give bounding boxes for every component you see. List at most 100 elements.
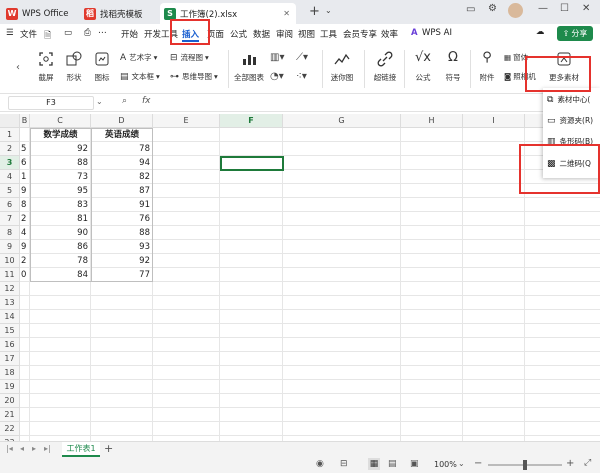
mindmap-button[interactable]: ⊶ 思维导图 ▾ xyxy=(170,71,218,82)
menu-view[interactable]: 视图 xyxy=(298,28,315,40)
cell-english[interactable]: 93 xyxy=(91,241,153,254)
cell-english[interactable]: 94 xyxy=(91,157,153,170)
row-header[interactable]: 9 xyxy=(0,240,20,254)
row-header[interactable]: 12 xyxy=(0,282,20,296)
zoom-out-icon[interactable]: − xyxy=(474,458,482,469)
row-header[interactable]: 13 xyxy=(0,296,20,310)
cell-b[interactable]: 2 xyxy=(20,213,30,226)
scatter-chart-icon[interactable]: ⁖▾ xyxy=(296,71,307,82)
hyperlink-button[interactable]: 超链接 xyxy=(372,50,398,83)
row-header[interactable]: 6 xyxy=(0,198,20,212)
cell-english[interactable]: 76 xyxy=(91,213,153,226)
cell-english[interactable]: 91 xyxy=(91,199,153,212)
minimize-icon[interactable]: — xyxy=(538,3,548,14)
row-header[interactable]: 17 xyxy=(0,352,20,366)
open-folder-icon[interactable]: ▭ xyxy=(64,28,72,38)
row-header[interactable]: 22 xyxy=(0,422,20,436)
function-icon[interactable]: fx xyxy=(142,96,151,106)
cell-b[interactable]: 8 xyxy=(20,199,30,212)
cell-b[interactable]: 1 xyxy=(20,171,30,184)
chevron-down-icon[interactable]: ⌄ xyxy=(96,97,103,106)
page-layout-icon[interactable]: ▤ xyxy=(388,459,397,469)
avatar[interactable] xyxy=(508,3,523,18)
cell-b[interactable]: 2 xyxy=(20,255,30,268)
focus-mode-icon[interactable]: ⊟ xyxy=(340,459,348,469)
hamburger-icon[interactable]: ☰ xyxy=(6,28,14,38)
wordart-button[interactable]: A 艺术字 ▾ xyxy=(120,52,157,63)
column-header-f[interactable]: F xyxy=(220,114,283,128)
column-header-e[interactable]: E xyxy=(153,114,220,128)
row-header[interactable]: 14 xyxy=(0,310,20,324)
zoom-search-icon[interactable]: ⌕ xyxy=(122,96,127,106)
spreadsheet-grid[interactable]: B C D E F G H I J 1234567891011121314151… xyxy=(0,114,600,450)
cell-english[interactable]: 82 xyxy=(91,171,153,184)
row-header[interactable]: 16 xyxy=(0,338,20,352)
cell-math[interactable]: 90 xyxy=(30,227,91,240)
cell-math[interactable]: 84 xyxy=(30,269,91,282)
cell-math[interactable]: 95 xyxy=(30,185,91,198)
window-layout-icon[interactable]: ▭ xyxy=(466,4,475,15)
new-tab-icon[interactable]: + xyxy=(309,4,320,19)
cell-b[interactable]: 6 xyxy=(20,157,30,170)
flowchart-button[interactable]: ⊟ 流程图 ▾ xyxy=(170,52,209,63)
add-sheet-icon[interactable]: + xyxy=(104,442,113,455)
column-header-i[interactable]: I xyxy=(463,114,525,128)
column-header-b[interactable]: B xyxy=(20,114,30,128)
row-header[interactable]: 21 xyxy=(0,408,20,422)
line-chart-icon[interactable]: ⟋▾ xyxy=(296,52,308,63)
formula-button[interactable]: √x 公式 xyxy=(410,50,436,83)
zoom-slider[interactable] xyxy=(488,460,562,470)
eye-protection-icon[interactable]: ◉ xyxy=(316,459,324,469)
symbol-button[interactable]: Ω 符号 xyxy=(440,50,466,83)
screenshot-button[interactable]: 截屏 xyxy=(34,50,58,83)
normal-view-icon[interactable]: ▦ xyxy=(368,458,380,470)
page-break-icon[interactable]: ▣ xyxy=(410,459,419,469)
select-all-corner[interactable] xyxy=(0,114,20,128)
zoom-dropdown-icon[interactable]: ⌄ xyxy=(458,459,465,468)
header-math-score[interactable]: 数学成绩 xyxy=(30,129,91,142)
row-header[interactable]: 10 xyxy=(0,254,20,268)
cell-english[interactable]: 88 xyxy=(91,227,153,240)
cell-math[interactable]: 86 xyxy=(30,241,91,254)
row-header[interactable]: 20 xyxy=(0,394,20,408)
share-button[interactable]: ⇪ 分享 xyxy=(557,26,593,41)
column-header-d[interactable]: D xyxy=(91,114,153,128)
last-sheet-icon[interactable]: ▸| xyxy=(44,444,51,453)
ribbon-scroll-left-icon[interactable]: ‹ xyxy=(16,62,20,73)
row-header[interactable]: 7 xyxy=(0,212,20,226)
attachment-button[interactable]: ⚲ 附件 xyxy=(474,50,500,83)
selected-cell-f3[interactable] xyxy=(220,156,284,171)
row-header[interactable]: 2 xyxy=(0,142,20,156)
cell-math[interactable]: 78 xyxy=(30,255,91,268)
row-header[interactable]: 5 xyxy=(0,184,20,198)
cell-b[interactable]: 5 xyxy=(20,143,30,156)
zoom-slider-handle[interactable] xyxy=(523,460,527,470)
tab-wps-office[interactable]: W WPS Office xyxy=(2,3,78,24)
cell-english[interactable]: 92 xyxy=(91,255,153,268)
all-charts-button[interactable]: 全部图表 xyxy=(234,50,264,83)
first-sheet-icon[interactable]: |◂ xyxy=(6,444,13,453)
bar-chart-icon[interactable]: ▥▾ xyxy=(270,52,284,63)
cell-math[interactable]: 92 xyxy=(30,143,91,156)
row-header[interactable]: 18 xyxy=(0,366,20,380)
sparkline-button[interactable]: 迷你图 xyxy=(328,50,356,83)
cell-math[interactable]: 88 xyxy=(30,157,91,170)
cell-b[interactable]: 4 xyxy=(20,227,30,240)
next-sheet-icon[interactable]: ▸ xyxy=(32,444,36,453)
cloud-icon[interactable]: ☁ xyxy=(536,27,545,37)
column-header-h[interactable]: H xyxy=(401,114,463,128)
row-header[interactable]: 19 xyxy=(0,380,20,394)
menu-wps-ai[interactable]: WPS AI xyxy=(422,28,452,38)
cell-english[interactable]: 78 xyxy=(91,143,153,156)
menu-efficiency[interactable]: 效率 xyxy=(381,28,398,40)
shape-button[interactable]: 形状 xyxy=(62,50,86,83)
cell-b[interactable]: 0 xyxy=(20,269,30,282)
row-header[interactable]: 1 xyxy=(0,128,20,142)
column-header-c[interactable]: C xyxy=(30,114,91,128)
zoom-in-icon[interactable]: + xyxy=(566,458,574,469)
close-tab-icon[interactable]: ✕ xyxy=(283,9,290,18)
tab-template[interactable]: 稻 找稻壳模板 xyxy=(80,3,158,24)
row-header[interactable]: 4 xyxy=(0,170,20,184)
menu-home[interactable]: 开始 xyxy=(121,28,138,40)
close-window-icon[interactable]: ✕ xyxy=(582,3,590,14)
